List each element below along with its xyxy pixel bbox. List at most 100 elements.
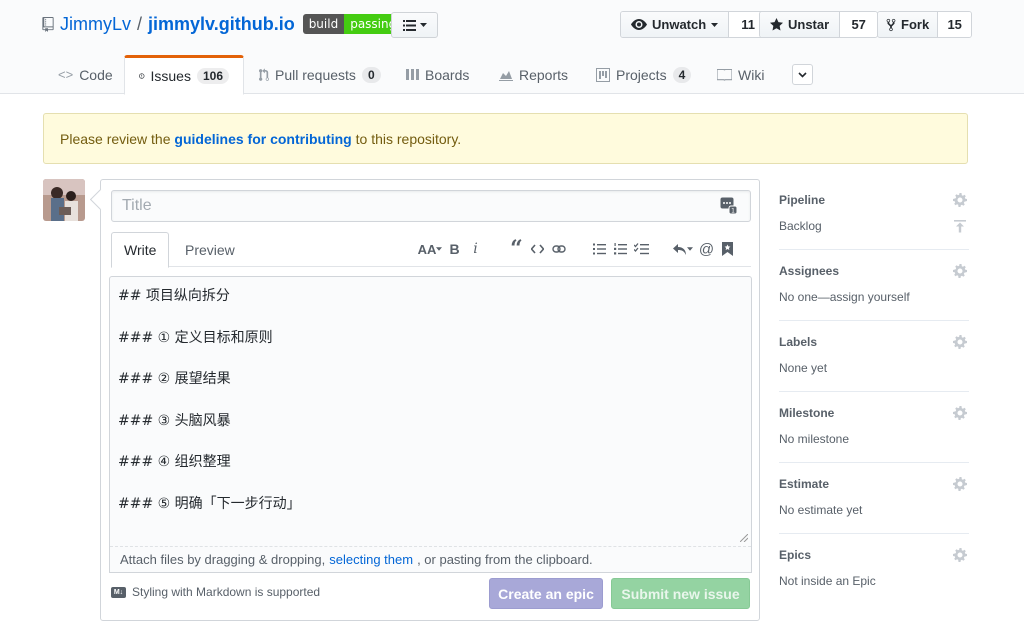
contributing-guidelines-link[interactable]: guidelines for contributing — [174, 131, 351, 147]
list-icon — [402, 19, 416, 31]
list-unordered-icon — [593, 243, 606, 255]
issue-body-content[interactable]: ## 项目纵向拆分 ### ① 定义目标和原则 ### ② 展望结果 ### ③… — [110, 277, 751, 542]
fork-icon — [886, 18, 896, 31]
eye-icon — [631, 19, 647, 30]
book-icon — [717, 68, 732, 81]
sidebar-labels: Labels None yet — [779, 321, 969, 392]
repo-owner-link[interactable]: JimmyLv — [60, 14, 131, 35]
contributing-flash-notice: Please review the guidelines for contrib… — [43, 113, 968, 164]
unwatch-button[interactable]: Unwatch — [621, 12, 730, 37]
pipeline-value: Backlog — [779, 219, 822, 233]
new-issue-form: 1 Write Preview AA B i “ — [100, 179, 760, 621]
estimate-gear-icon[interactable] — [953, 477, 967, 491]
assignees-label: Assignees — [779, 264, 840, 278]
submit-new-issue-button[interactable]: Submit new issue — [611, 578, 750, 609]
issue-sidebar: Pipeline Backlog Assignees No one—assign… — [779, 179, 969, 605]
unstar-label: Unstar — [788, 17, 830, 32]
caret-down-icon — [419, 23, 427, 27]
milestone-gear-icon[interactable] — [953, 406, 967, 420]
stargazers-count[interactable]: 57 — [840, 12, 878, 37]
boards-icon — [406, 69, 419, 80]
repo-path-separator: / — [137, 13, 143, 34]
more-tabs-button[interactable] — [792, 64, 813, 85]
bold-button[interactable]: B — [444, 239, 465, 259]
repo-name-link[interactable]: jimmylv.github.io — [148, 14, 295, 35]
tab-projects[interactable]: Projects 4 — [596, 55, 692, 94]
pipeline-gear-icon[interactable] — [953, 193, 967, 207]
unstar-button[interactable]: Unstar — [760, 12, 841, 37]
header-text-button[interactable]: AA — [416, 239, 444, 259]
mention-icon: @ — [698, 240, 715, 258]
italic-button[interactable]: i — [465, 239, 486, 259]
reply-button[interactable] — [670, 239, 696, 259]
tab-reports-label: Reports — [519, 66, 569, 83]
tab-pull-requests-label: Pull requests — [275, 66, 356, 83]
pull-requests-counter: 0 — [361, 66, 381, 83]
ordered-list-button[interactable] — [610, 239, 631, 259]
header-text-icon: AA — [417, 241, 437, 257]
star-icon — [770, 18, 783, 31]
milestone-value: No milestone — [779, 432, 850, 446]
tab-code[interactable]: <> Code — [58, 55, 113, 94]
forks-count[interactable]: 15 — [938, 12, 972, 37]
estimate-value: No estimate yet — [779, 503, 863, 517]
unordered-list-button[interactable] — [589, 239, 610, 259]
avatar-image — [43, 179, 85, 221]
badge-label: build — [302, 14, 345, 34]
select-files-link[interactable]: selecting them — [329, 552, 413, 567]
issues-counter: 106 — [196, 68, 229, 84]
flash-text-before: Please review the — [60, 130, 171, 147]
code-button[interactable] — [527, 239, 548, 259]
tab-boards[interactable]: Boards — [406, 55, 469, 94]
resize-handle-icon[interactable] — [740, 534, 748, 542]
quote-button[interactable]: “ — [506, 238, 527, 260]
epics-gear-icon[interactable] — [953, 548, 967, 562]
markdown-support-note[interactable]: M↓ Styling with Markdown is supported — [111, 585, 320, 599]
tab-write[interactable]: Write — [111, 232, 170, 268]
pull-request-icon — [259, 67, 269, 81]
saved-replies-icon[interactable]: 1 — [720, 197, 737, 214]
pin-to-top-icon[interactable] — [953, 219, 967, 233]
code-icon — [531, 244, 544, 254]
tab-wiki[interactable]: Wiki — [717, 55, 764, 94]
flash-text-after: to this repository. — [355, 130, 462, 147]
caret-down-icon — [687, 247, 693, 251]
tab-preview[interactable]: Preview — [173, 232, 247, 267]
create-epic-button[interactable]: Create an epic — [489, 578, 603, 609]
bold-icon: B — [449, 241, 460, 257]
tab-issues-label: Issues — [150, 68, 191, 84]
labels-gear-icon[interactable] — [953, 335, 967, 349]
issue-title-input[interactable] — [111, 190, 751, 222]
tasklist-icon — [634, 243, 649, 255]
avatar[interactable] — [43, 179, 85, 221]
tab-code-label: Code — [79, 66, 113, 83]
attach-text-before: Attach files by dragging & dropping, — [120, 552, 326, 567]
tab-reports[interactable]: Reports — [499, 55, 568, 94]
link-button[interactable] — [548, 239, 569, 259]
assignees-gear-icon[interactable] — [953, 264, 967, 278]
reply-icon — [673, 243, 686, 255]
task-list-button[interactable] — [631, 239, 652, 259]
repo-nav-tabs: <> Code Issues 106 Pull requests 0 Board… — [0, 55, 1024, 95]
issue-body-textarea[interactable]: ## 项目纵向拆分 ### ① 定义目标和原则 ### ② 展望结果 ### ③… — [109, 276, 752, 573]
mention-button[interactable]: @ — [696, 239, 717, 259]
sidebar-milestone: Milestone No milestone — [779, 392, 969, 463]
repo-title: JimmyLv / jimmylv.github.io build passin… — [42, 12, 403, 36]
estimate-label: Estimate — [779, 477, 830, 491]
star-group: Unstar 57 — [759, 11, 879, 38]
fork-group: Fork 15 — [877, 11, 973, 38]
assignees-value[interactable]: No one—assign yourself — [779, 290, 910, 304]
list-menu-button[interactable] — [391, 12, 438, 38]
labels-label: Labels — [779, 335, 818, 349]
tab-pull-requests[interactable]: Pull requests 0 — [259, 55, 381, 94]
milestone-label: Milestone — [779, 406, 835, 420]
attach-text-after: , or pasting from the clipboard. — [417, 552, 593, 567]
projects-counter: 4 — [672, 66, 692, 83]
build-status-badge[interactable]: build passing — [302, 14, 403, 34]
tab-issues[interactable]: Issues 106 — [124, 55, 244, 95]
fork-button[interactable]: Fork — [878, 12, 939, 37]
bookmark-button[interactable] — [717, 239, 738, 259]
sidebar-estimate: Estimate No estimate yet — [779, 463, 969, 534]
caret-down-icon — [436, 247, 443, 251]
labels-value: None yet — [779, 361, 828, 375]
